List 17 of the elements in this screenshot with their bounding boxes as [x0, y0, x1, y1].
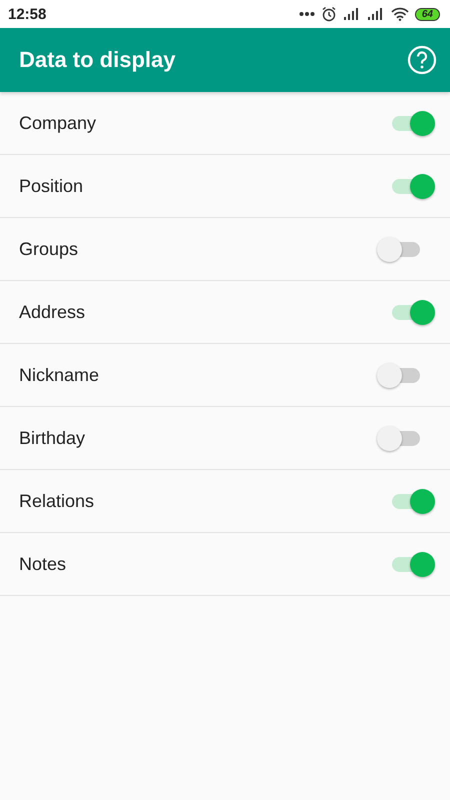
help-icon[interactable]	[407, 45, 437, 75]
setting-label: Groups	[19, 238, 78, 260]
setting-label: Notes	[19, 554, 66, 574]
signal-icon	[342, 7, 361, 21]
setting-label: Birthday	[19, 428, 86, 448]
alarm-clock-icon	[320, 6, 337, 22]
battery-indicator: 64	[414, 8, 440, 20]
setting-label: Position	[19, 176, 84, 196]
screen-title: Data to display	[19, 47, 176, 73]
setting-label: Relations	[19, 490, 94, 512]
setting-label: Company	[19, 112, 96, 134]
wifi-icon	[390, 7, 409, 21]
status-time: 12:58	[8, 6, 46, 22]
signal-icon	[366, 7, 385, 21]
more-dots-icon	[298, 11, 315, 17]
setting-label: Address	[19, 302, 86, 322]
setting-label: Nickname	[19, 364, 100, 386]
